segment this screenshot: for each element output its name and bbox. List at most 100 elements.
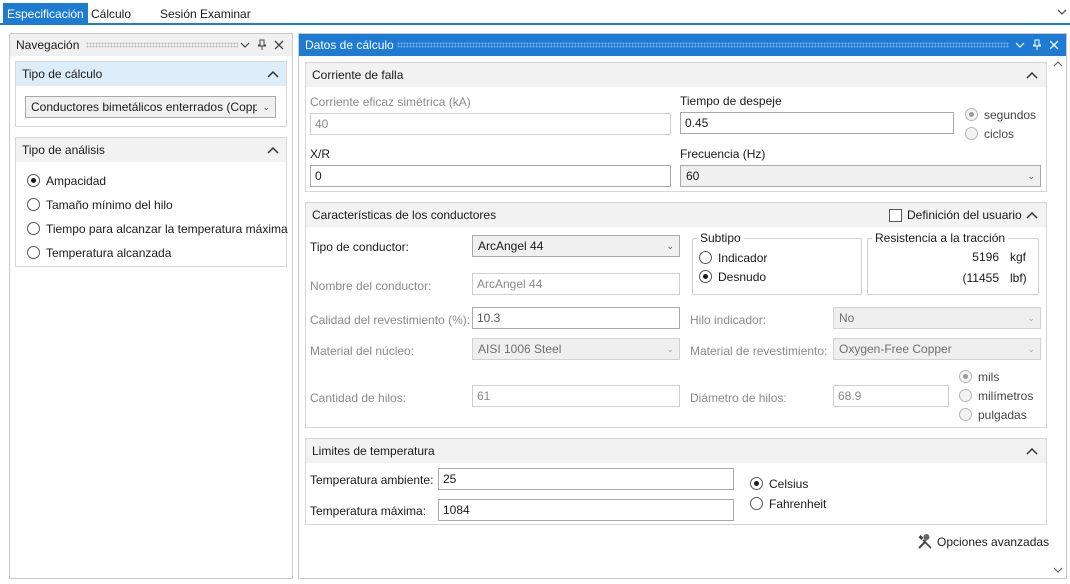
tab-calculo[interactable]: Cálculo (87, 4, 135, 24)
chevron-down-icon[interactable] (1056, 6, 1068, 18)
radio-label: Temperatura alcanzada (46, 246, 172, 260)
indicator-wire-select[interactable]: No ⌄ (833, 307, 1041, 329)
radio-segundos[interactable]: segundos (965, 107, 1045, 123)
tab-especificacion[interactable]: Especificación (3, 3, 88, 25)
tab-sesion-examinar[interactable]: Sesión Examinar (156, 4, 255, 24)
radio-icon (27, 246, 40, 259)
frequency-select[interactable]: 60 ⌄ (680, 165, 1041, 187)
radio-icon (959, 408, 972, 421)
clear-time-input[interactable]: 0.45 (680, 112, 954, 134)
user-definition-label: Definición del usuario (907, 208, 1022, 222)
calc-type-value: Conductores bimetálicos enterrados (Copp… (31, 100, 257, 114)
calc-type-header[interactable]: Tipo de cálculo (16, 62, 286, 86)
radio-fahrenheit[interactable]: Fahrenheit (750, 496, 840, 512)
chevron-up-icon[interactable] (1025, 446, 1039, 456)
strand-diameter-input[interactable]: 68.9 (833, 385, 949, 407)
calc-type-select[interactable]: Conductores bimetálicos enterrados (Copp… (25, 96, 276, 118)
radio-label: milímetros (978, 389, 1034, 403)
analysis-type-section: Tipo de análisis Ampacidad Tamaño mínimo… (15, 137, 288, 267)
fault-current-title: Corriente de falla (312, 68, 404, 82)
radio-desnudo[interactable]: Desnudo (699, 269, 839, 285)
tools-icon (918, 534, 932, 549)
radio-pulgadas[interactable]: pulgadas (959, 407, 1044, 423)
radio-icon (699, 251, 712, 264)
fault-current-input[interactable]: 40 (310, 113, 671, 135)
radio-mils[interactable]: mils (959, 369, 1044, 385)
radio-label: Tamaño mínimo del hilo (46, 198, 173, 212)
calc-type-section: Tipo de cálculo Conductores bimetálicos … (15, 61, 287, 127)
chevron-up-icon[interactable] (266, 145, 280, 155)
radio-ciclos[interactable]: ciclos (965, 126, 1045, 142)
radio-milimetros[interactable]: milímetros (959, 388, 1044, 404)
clear-time-label: Tiempo de despeje (680, 94, 782, 108)
subtype-title: Subtipo (697, 231, 744, 245)
fault-current-header[interactable]: Corriente de falla (306, 63, 1046, 87)
ambient-temp-input[interactable]: 25 (438, 468, 734, 490)
radio-icon (959, 389, 972, 402)
drag-grip[interactable] (86, 42, 238, 48)
strand-count-label: Cantidad de hilos: (310, 391, 407, 405)
radio-icon (965, 127, 978, 140)
navigation-pane: Navegación Tipo de cálculo Conductores b… (9, 33, 293, 579)
pin-icon[interactable] (1032, 39, 1042, 51)
conductor-title: Características de los conductores (312, 208, 497, 222)
chevron-down-icon: ⌄ (1027, 344, 1035, 354)
coating-material-value: Oxygen-Free Copper (839, 342, 952, 356)
tensile-strength-title: Resistencia a la tracción (872, 231, 1009, 245)
radio-temperatura-alcanzada[interactable]: Temperatura alcanzada (27, 245, 285, 261)
radio-celsius[interactable]: Celsius (750, 476, 840, 492)
chevron-down-icon[interactable] (1015, 40, 1025, 50)
radio-icon (750, 497, 763, 510)
close-icon[interactable] (274, 40, 284, 50)
core-material-value: AISI 1006 Steel (478, 342, 562, 356)
radio-label: segundos (984, 108, 1037, 122)
radio-label: Indicador (718, 251, 768, 265)
radio-ampacidad[interactable]: Ampacidad (27, 173, 285, 189)
radio-icon (27, 174, 40, 187)
temperature-limits-title: Limites de temperatura (312, 444, 435, 458)
ambient-temp-label: Temperatura ambiente: (310, 473, 434, 487)
radio-label: Desnudo (718, 270, 767, 284)
radio-tiempo-temperatura-maxima[interactable]: Tiempo para alcanzar la temperatura máxi… (27, 221, 288, 237)
chevron-up-icon[interactable] (1025, 70, 1039, 80)
pin-icon[interactable] (257, 39, 267, 51)
fault-current-label: Corriente eficaz simétrica (kA) (310, 95, 471, 109)
coating-material-label: Material de revestimiento: (690, 344, 828, 358)
radio-label: Fahrenheit (769, 497, 827, 511)
chevron-down-icon[interactable] (240, 40, 250, 50)
advanced-options-label: Opciones avanzadas (937, 535, 1050, 549)
close-icon[interactable] (1049, 40, 1059, 50)
frequency-label: Frecuencia (Hz) (680, 147, 766, 161)
chevron-up-icon[interactable] (266, 69, 280, 79)
conductor-type-select[interactable]: ArcAngel 44 ⌄ (472, 235, 680, 257)
scroll-up-icon[interactable] (1053, 60, 1063, 68)
radio-label: ciclos (984, 127, 1015, 141)
user-definition-checkbox[interactable] (889, 209, 902, 222)
tensile-kgf-value: 5196 (972, 250, 999, 264)
coating-material-select[interactable]: Oxygen-Free Copper ⌄ (833, 338, 1041, 360)
chevron-up-icon[interactable] (1025, 210, 1039, 220)
calc-data-pane: Datos de cálculo Corriente de falla Corr… (298, 33, 1067, 579)
chevron-down-icon: ⌄ (1027, 313, 1035, 323)
advanced-options-button[interactable]: Opciones avanzadas (917, 533, 1049, 551)
temperature-limits-header[interactable]: Limites de temperatura (306, 439, 1046, 463)
indicator-wire-value: No (839, 311, 855, 325)
scroll-down-icon[interactable] (1053, 566, 1063, 574)
radio-icon (965, 108, 978, 121)
max-temp-input[interactable]: 1084 (438, 499, 734, 521)
radio-indicador[interactable]: Indicador (699, 250, 839, 266)
radio-icon (750, 477, 763, 490)
drag-grip[interactable] (397, 42, 1009, 48)
coating-quality-input[interactable]: 10.3 (472, 307, 680, 329)
conductor-section: Características de los conductores Defin… (305, 202, 1047, 428)
xr-input[interactable]: 0 (310, 165, 671, 187)
calc-data-title: Datos de cálculo (305, 38, 394, 52)
radio-label: Ampacidad (46, 174, 107, 188)
analysis-type-header[interactable]: Tipo de análisis (16, 138, 286, 162)
conductor-name-input[interactable]: ArcAngel 44 (472, 273, 680, 295)
radio-tamano-minimo[interactable]: Tamaño mínimo del hilo (27, 197, 285, 213)
radio-icon (699, 270, 712, 283)
core-material-select[interactable]: AISI 1006 Steel ⌄ (472, 338, 680, 360)
strand-count-input[interactable]: 61 (472, 385, 680, 407)
chevron-down-icon: ⌄ (1027, 171, 1035, 181)
